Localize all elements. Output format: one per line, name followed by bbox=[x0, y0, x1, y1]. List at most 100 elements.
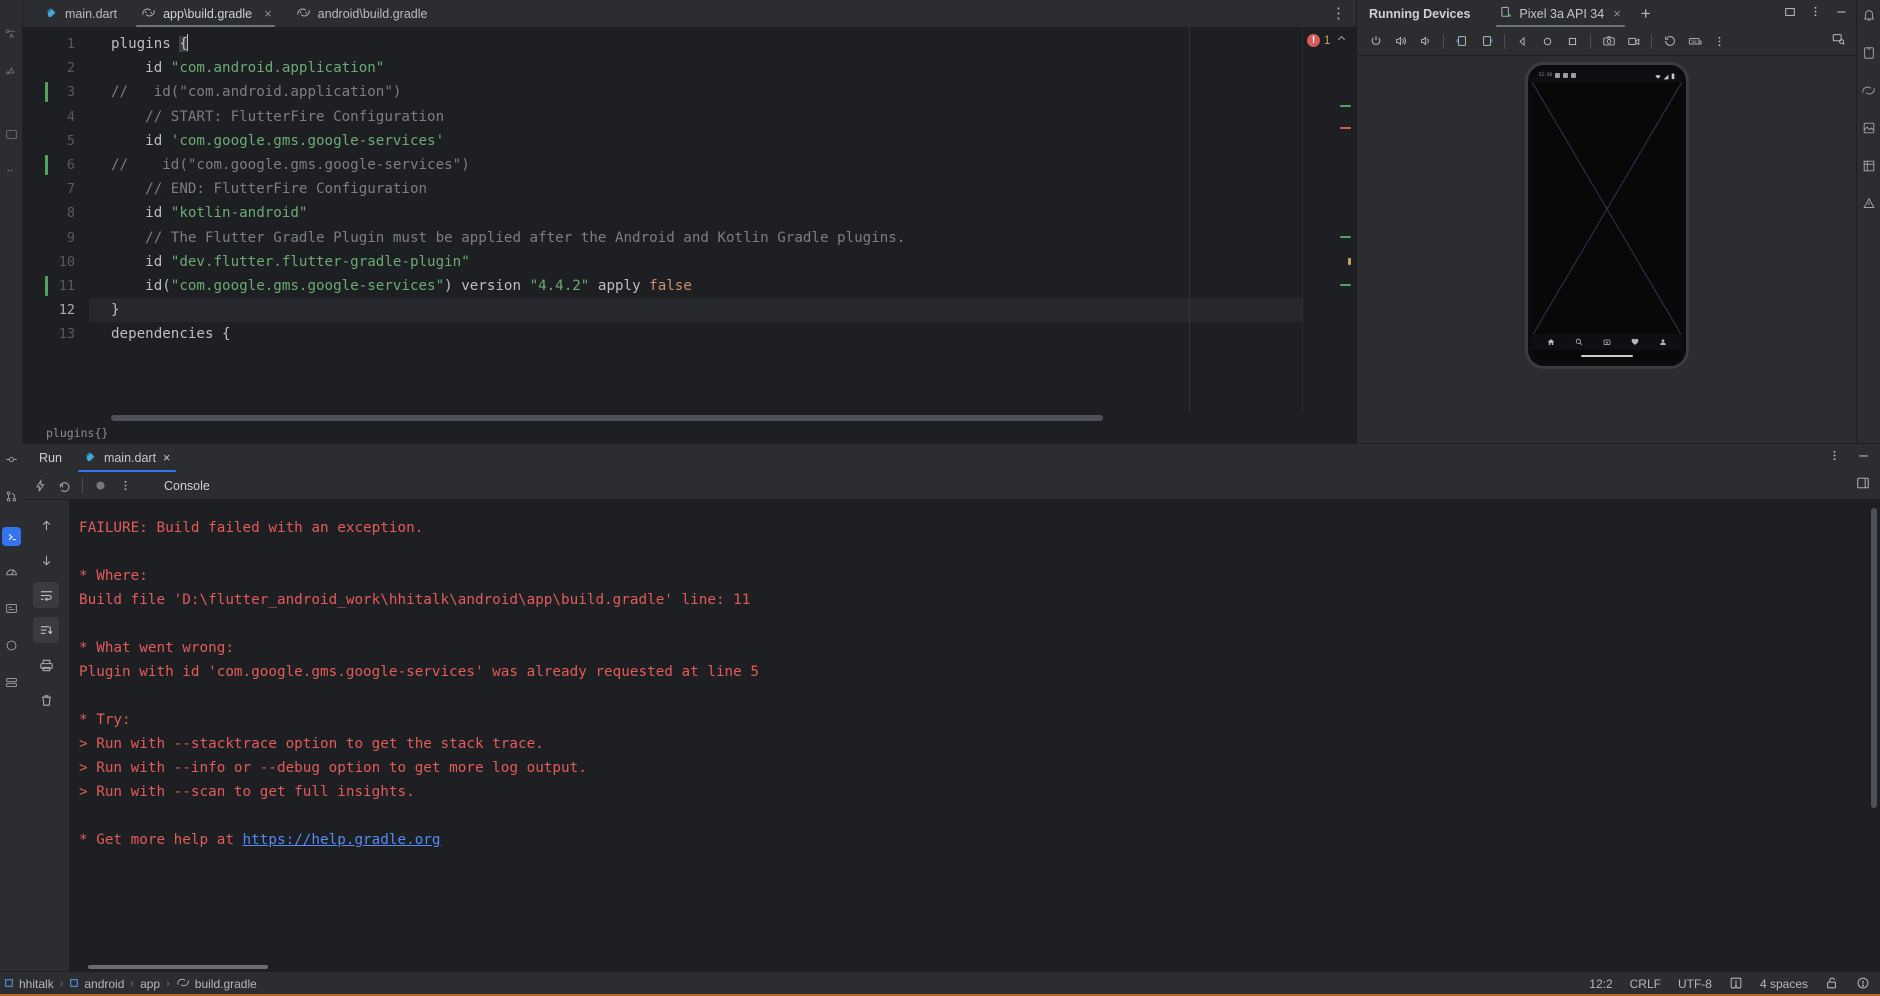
code-line[interactable]: id 'com.google.gms.google-services' bbox=[89, 129, 1302, 153]
overview-nav-icon[interactable] bbox=[1560, 29, 1585, 54]
code-line[interactable]: plugins { bbox=[89, 32, 1302, 56]
breadcrumb-item-android[interactable]: android bbox=[69, 977, 124, 991]
layout-split-icon[interactable] bbox=[1856, 476, 1870, 495]
notifications-bell-icon[interactable] bbox=[1862, 8, 1876, 27]
emulator-device[interactable]: 12:20 bbox=[1524, 62, 1689, 369]
stop-icon[interactable] bbox=[88, 473, 113, 498]
horizontal-scroll-thumb[interactable] bbox=[88, 965, 268, 969]
code-line[interactable]: id "kotlin-android" bbox=[89, 201, 1302, 225]
print-icon[interactable] bbox=[33, 652, 59, 678]
rotate-left-icon[interactable] bbox=[1449, 29, 1474, 54]
scroll-up-icon[interactable] bbox=[33, 512, 59, 538]
editor-tab-app-build-gradle[interactable]: app\build.gradle × bbox=[128, 0, 283, 27]
person-icon[interactable] bbox=[1659, 333, 1667, 351]
code-line[interactable]: // END: FlutterFire Configuration bbox=[89, 177, 1302, 201]
structure-icon[interactable] bbox=[5, 28, 18, 46]
minimize-icon[interactable] bbox=[1857, 449, 1870, 467]
logcat-icon[interactable] bbox=[5, 602, 18, 620]
prev-problem-chevron-up-icon[interactable] bbox=[1336, 33, 1347, 47]
more-kebab-icon[interactable] bbox=[1707, 29, 1732, 54]
rotate-right-icon[interactable] bbox=[1474, 29, 1499, 54]
breadcrumb-item-hhitalk[interactable]: hhitalk bbox=[4, 977, 54, 991]
code-line[interactable]: } bbox=[89, 298, 1302, 323]
editor-tab-main-dart[interactable]: main.dart bbox=[23, 0, 128, 27]
keyboard-icon[interactable] bbox=[1682, 29, 1707, 54]
scrollbar-thumb[interactable] bbox=[111, 415, 1103, 421]
device-tab-pixel-3a[interactable]: Pixel 3a API 34 × bbox=[1494, 0, 1626, 27]
code-line[interactable]: id("com.google.gms.google-services") ver… bbox=[89, 274, 1302, 298]
rerun-bolt-icon[interactable] bbox=[27, 473, 52, 498]
breadcrumb-item-build-gradle[interactable]: build.gradle bbox=[176, 977, 257, 991]
device-frame-icon[interactable] bbox=[1831, 32, 1846, 51]
error-badge[interactable]: ! 1 bbox=[1307, 34, 1330, 47]
console-scrollbar-thumb[interactable] bbox=[1871, 508, 1877, 808]
history-rewind-icon[interactable] bbox=[1657, 29, 1682, 54]
back-nav-icon[interactable] bbox=[1510, 29, 1535, 54]
code-line[interactable]: dependencies { bbox=[89, 322, 1302, 346]
unlocked-padlock-icon[interactable] bbox=[1825, 976, 1839, 993]
layout-inspector-icon[interactable] bbox=[1862, 159, 1876, 178]
warning-circle-icon[interactable] bbox=[1856, 976, 1870, 993]
search-icon[interactable] bbox=[1575, 333, 1583, 351]
scroll-to-end-icon[interactable] bbox=[33, 617, 59, 643]
editor-horizontal-scrollbar[interactable] bbox=[23, 412, 1356, 423]
run-tab-main-dart[interactable]: main.dart × bbox=[76, 444, 178, 472]
minimize-icon[interactable] bbox=[1835, 5, 1848, 23]
console-output[interactable]: FAILURE: Build failed with an exception.… bbox=[69, 500, 1880, 971]
inspection-widget-icon[interactable] bbox=[1729, 976, 1743, 993]
code-line[interactable]: id "dev.flutter.flutter-gradle-plugin" bbox=[89, 250, 1302, 274]
restart-icon[interactable] bbox=[52, 473, 77, 498]
camera-icon[interactable] bbox=[1603, 333, 1611, 351]
heart-icon[interactable] bbox=[1631, 333, 1639, 351]
record-video-icon[interactable] bbox=[1621, 29, 1646, 54]
indent-setting[interactable]: 4 spaces bbox=[1760, 977, 1808, 991]
code-line[interactable]: // The Flutter Gradle Plugin must be app… bbox=[89, 226, 1302, 250]
problems-tool-icon[interactable] bbox=[5, 639, 18, 657]
breadcrumb-item-app[interactable]: app bbox=[140, 977, 160, 991]
options-kebab-icon[interactable] bbox=[1809, 5, 1822, 23]
line-separator[interactable]: CRLF bbox=[1630, 977, 1661, 991]
code-line[interactable]: // id("com.android.application") bbox=[89, 80, 1302, 104]
terminal-tool-icon[interactable] bbox=[2, 527, 21, 546]
vcs-change-marker[interactable] bbox=[45, 276, 48, 296]
editor-tab-options-kebab-icon[interactable]: ⋮ bbox=[1331, 4, 1346, 22]
problems-icon[interactable] bbox=[5, 164, 18, 182]
phone-bottom-nav[interactable] bbox=[1531, 333, 1682, 351]
code-line[interactable]: id "com.android.application" bbox=[89, 56, 1302, 80]
code-line[interactable]: // id("com.google.gms.google-services") bbox=[89, 153, 1302, 177]
device-manager-icon[interactable] bbox=[1862, 46, 1876, 65]
screenshot-icon[interactable] bbox=[1596, 29, 1621, 54]
more-kebab-icon[interactable] bbox=[113, 473, 138, 498]
power-icon[interactable] bbox=[1363, 29, 1388, 54]
gradle-help-link[interactable]: https://help.gradle.org bbox=[243, 832, 441, 848]
volume-up-icon[interactable] bbox=[1388, 29, 1413, 54]
file-encoding[interactable]: UTF-8 bbox=[1678, 977, 1712, 991]
services-icon[interactable] bbox=[5, 676, 18, 694]
resource-manager-icon[interactable] bbox=[1862, 121, 1876, 140]
commit-icon[interactable] bbox=[5, 453, 18, 471]
gradle-panel-icon[interactable] bbox=[1861, 84, 1876, 102]
console-tab-label[interactable]: Console bbox=[164, 479, 210, 493]
more-kebab-icon[interactable] bbox=[1828, 449, 1841, 467]
editor-tab-android-build-gradle[interactable]: android\build.gradle bbox=[283, 0, 439, 27]
restore-window-icon[interactable] bbox=[1784, 5, 1796, 23]
home-nav-icon[interactable] bbox=[1535, 29, 1560, 54]
profiler-icon[interactable] bbox=[5, 565, 18, 583]
close-icon[interactable]: × bbox=[264, 6, 272, 21]
bookmarks-icon[interactable] bbox=[5, 64, 18, 82]
next-problem-chevron-down-icon[interactable] bbox=[1354, 33, 1356, 47]
close-icon[interactable]: × bbox=[163, 451, 170, 465]
pull-requests-icon[interactable] bbox=[5, 490, 18, 508]
app-quality-insights-icon[interactable] bbox=[1862, 197, 1876, 216]
scroll-down-icon[interactable] bbox=[33, 547, 59, 573]
code-line[interactable]: // START: FlutterFire Configuration bbox=[89, 105, 1302, 129]
caret-position[interactable]: 12:2 bbox=[1589, 977, 1612, 991]
volume-down-icon[interactable] bbox=[1413, 29, 1438, 54]
soft-wrap-icon[interactable] bbox=[33, 582, 59, 608]
vcs-change-marker[interactable] bbox=[45, 155, 48, 175]
close-icon[interactable]: × bbox=[1613, 6, 1621, 21]
vcs-change-marker[interactable] bbox=[45, 82, 48, 103]
clear-all-icon[interactable] bbox=[33, 687, 59, 713]
home-icon[interactable] bbox=[1547, 333, 1555, 351]
add-device-plus-icon[interactable]: + bbox=[1641, 4, 1651, 24]
